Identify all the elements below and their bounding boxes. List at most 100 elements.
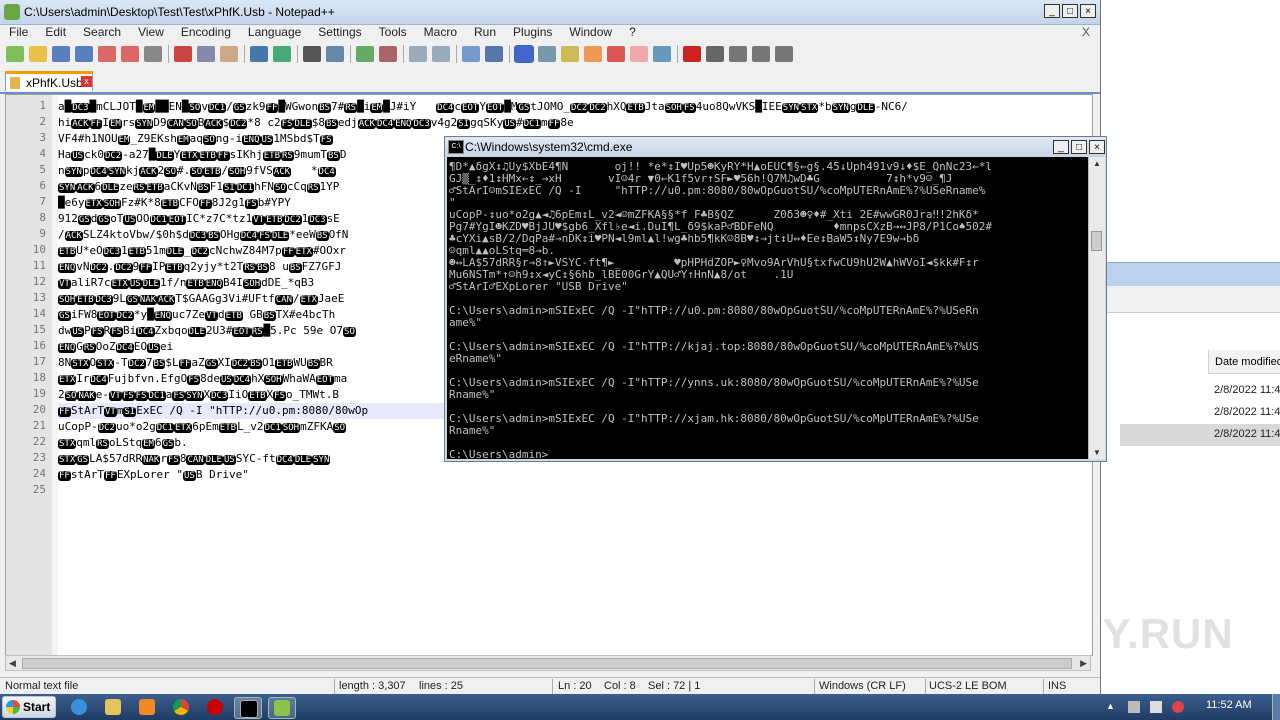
- network-icon[interactable]: [1128, 701, 1140, 713]
- paste-icon[interactable]: [220, 46, 238, 62]
- console-line: ": [449, 197, 456, 209]
- copy-icon[interactable]: [197, 46, 215, 62]
- date-modified-column-header[interactable]: Date modified: [1208, 350, 1280, 374]
- cmd-titlebar[interactable]: C:\ C:\Windows\system32\cmd.exe _ □ ×: [445, 137, 1106, 157]
- cmd-maximize-button[interactable]: □: [1071, 140, 1087, 154]
- horizontal-scrollbar[interactable]: ◀ ▶: [5, 655, 1091, 671]
- tab-close-icon[interactable]: x: [81, 76, 92, 87]
- line-number: 8: [39, 211, 46, 224]
- code-line[interactable]: a█DC3█mCLJOT█EM██EN█SOvDC1/GSzk9FF█WGwon…: [58, 99, 1088, 115]
- code-line[interactable]: FFstArTFFEXpLorer "USB Drive": [58, 467, 1088, 483]
- alert-icon[interactable]: [1172, 701, 1184, 713]
- word-wrap-icon[interactable]: [462, 46, 480, 62]
- line-number: 5: [39, 163, 46, 176]
- save-macro-icon[interactable]: [775, 46, 793, 62]
- close-all-icon[interactable]: [121, 46, 139, 62]
- code-line[interactable]: [58, 483, 1088, 499]
- play-macro-icon[interactable]: [729, 46, 747, 62]
- sync-vertical-icon[interactable]: [409, 46, 427, 62]
- menu-search[interactable]: Search: [74, 24, 129, 42]
- console-line: uCopP-↕uo*o2g▲◄♫6pEm↕L_v2◄☺mZFKA§§*f F♣B…: [449, 209, 979, 221]
- menu-edit[interactable]: Edit: [36, 24, 74, 42]
- console-output[interactable]: ¶D*▲δgX↕♫Uy$XbE4¶N oj!! *e*↕I♥Up5☻KyRY*H…: [447, 157, 1088, 459]
- open-file-icon[interactable]: [29, 46, 47, 62]
- preview-icon[interactable]: [653, 46, 671, 62]
- maximize-button[interactable]: □: [1062, 4, 1078, 18]
- cut-icon[interactable]: [174, 46, 192, 62]
- function-list-icon[interactable]: [561, 46, 579, 62]
- console-line: ♂StArI☺mSIExEC /Q -I "hTTP://u0.pm:8080/…: [449, 185, 986, 197]
- menu-tools[interactable]: Tools: [370, 24, 415, 42]
- close-file-icon[interactable]: [98, 46, 116, 62]
- taskbar-opera[interactable]: [202, 697, 228, 717]
- clock[interactable]: 11:52 AM: [1206, 699, 1252, 711]
- start-button[interactable]: Start: [2, 696, 56, 718]
- taskbar: Start ▲ 11:52 AM: [0, 694, 1280, 720]
- line-number: 25: [32, 483, 46, 496]
- menu-language[interactable]: Language: [239, 24, 309, 42]
- taskbar-explorer[interactable]: [100, 697, 126, 717]
- notepadpp-titlebar[interactable]: C:\Users\admin\Desktop\Test\Test\xPhfK.U…: [0, 0, 1100, 25]
- console-line: eRname%": [449, 353, 502, 365]
- show-hidden-icons-icon[interactable]: ▲: [1106, 701, 1118, 713]
- stop-macro-icon[interactable]: [706, 46, 724, 62]
- cmd-vertical-scrollbar[interactable]: ▲ ▼: [1088, 157, 1105, 459]
- taskbar-chrome[interactable]: [168, 697, 194, 717]
- taskbar-cmd[interactable]: [234, 697, 262, 719]
- find-icon[interactable]: [303, 46, 321, 62]
- folder-workspace-icon[interactable]: [584, 46, 602, 62]
- show-all-chars-icon[interactable]: [485, 46, 503, 62]
- indent-guide-icon[interactable]: [514, 45, 534, 63]
- menu-run[interactable]: Run: [465, 24, 504, 42]
- doc-switcher-icon[interactable]: [607, 46, 625, 62]
- show-desktop-button[interactable]: [1272, 694, 1280, 720]
- menu-macro[interactable]: Macro: [415, 24, 465, 42]
- new-file-icon[interactable]: [6, 46, 24, 62]
- print-icon[interactable]: [144, 46, 162, 62]
- menu-window[interactable]: Window: [560, 24, 620, 42]
- start-label: Start: [23, 700, 51, 714]
- scrollbar-thumb[interactable]: [1091, 231, 1102, 251]
- menu-view[interactable]: View: [129, 24, 172, 42]
- menu-settings[interactable]: Settings: [309, 24, 369, 42]
- line-number: 23: [32, 451, 46, 464]
- volume-icon[interactable]: [1150, 701, 1162, 713]
- sync-horizontal-icon[interactable]: [432, 46, 450, 62]
- zoom-in-icon[interactable]: [356, 46, 374, 62]
- record-macro-icon[interactable]: [683, 46, 701, 62]
- line-number: 10: [32, 243, 46, 256]
- save-all-icon[interactable]: [75, 46, 93, 62]
- zoom-out-icon[interactable]: [379, 46, 397, 62]
- cmd-close-button[interactable]: ×: [1089, 140, 1105, 154]
- code-line[interactable]: hiACK FFIEMrsSYND9CAN SOBACK$DC2*8 c2FS DLE…: [58, 115, 1088, 131]
- monitor-icon[interactable]: [630, 46, 648, 62]
- menu-file[interactable]: File: [0, 24, 36, 42]
- taskbar-media-player[interactable]: [134, 697, 160, 717]
- background-explorer-window: [1100, 0, 1280, 694]
- run-macro-multiple-icon[interactable]: [752, 46, 770, 62]
- taskbar-ie[interactable]: [66, 697, 92, 717]
- menu-help[interactable]: ?: [620, 24, 644, 42]
- minimize-button[interactable]: _: [1044, 4, 1060, 18]
- menu-encoding[interactable]: Encoding: [172, 24, 239, 42]
- doc-map-icon[interactable]: [538, 46, 556, 62]
- redo-icon[interactable]: [273, 46, 291, 62]
- cmd-window: C:\ C:\Windows\system32\cmd.exe _ □ × ¶D…: [444, 136, 1107, 462]
- cmd-minimize-button[interactable]: _: [1053, 140, 1069, 154]
- scrollbar-thumb[interactable]: [22, 658, 1072, 669]
- close-document-button[interactable]: X: [1082, 25, 1090, 39]
- menu-plugins[interactable]: Plugins: [504, 24, 560, 42]
- line-number: 21: [32, 419, 46, 432]
- undo-icon[interactable]: [250, 46, 268, 62]
- line-number: 18: [32, 371, 46, 384]
- replace-icon[interactable]: [326, 46, 344, 62]
- taskbar-notepadpp[interactable]: [268, 697, 296, 719]
- media-player-icon: [139, 699, 155, 715]
- file-date: 2/8/2022 11:4: [1214, 406, 1280, 418]
- line-number: 20: [32, 403, 46, 416]
- save-icon[interactable]: [52, 46, 70, 62]
- close-button[interactable]: ×: [1080, 4, 1096, 18]
- tab-xphfk-usb[interactable]: xPhfK.Usb x: [5, 71, 93, 91]
